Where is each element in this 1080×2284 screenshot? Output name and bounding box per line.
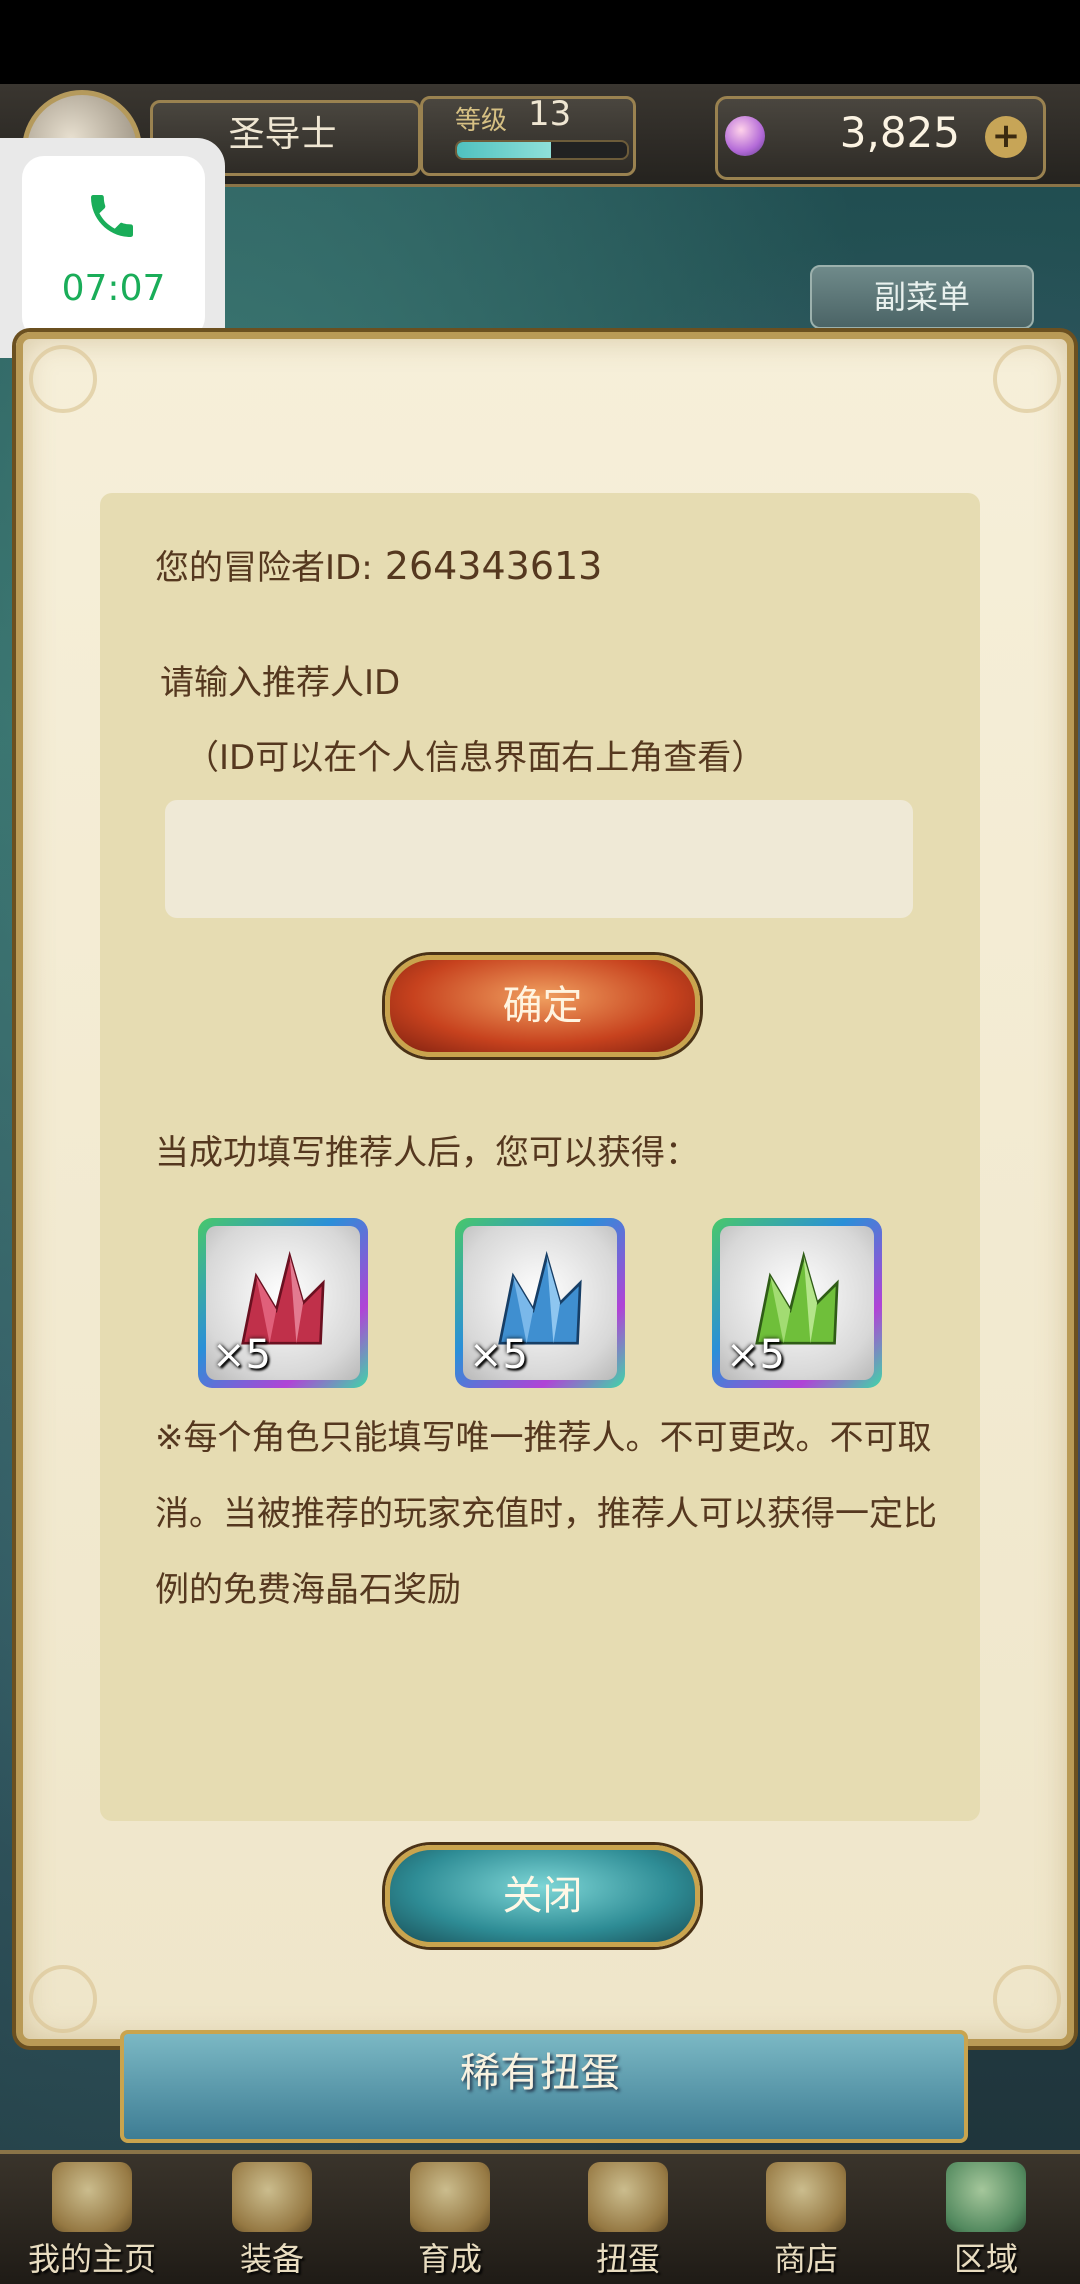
reward-quantity: ×5 <box>726 1332 785 1378</box>
sword-icon <box>410 2162 490 2232</box>
nav-label: 装备 <box>239 2240 304 2278</box>
adventurer-id-value: 264343613 <box>384 544 603 588</box>
home-scroll-icon <box>52 2162 132 2232</box>
nav-label: 我的主页 <box>27 2240 156 2278</box>
corner-ornament <box>993 1965 1061 2033</box>
nav-shop[interactable]: 商店 <box>718 2150 894 2280</box>
reward-quantity: ×5 <box>469 1332 528 1378</box>
globe-icon <box>946 2162 1026 2232</box>
nav-gacha[interactable]: 扭蛋 <box>540 2150 716 2280</box>
add-gems-button[interactable]: + <box>985 116 1027 158</box>
shop-bag-icon <box>766 2162 846 2232</box>
nav-equipment[interactable]: 装备 <box>184 2150 360 2280</box>
nav-training[interactable]: 育成 <box>362 2150 538 2280</box>
exp-bar <box>455 140 629 160</box>
reward-item-blue-crystal[interactable]: ×5 <box>455 1218 625 1388</box>
nav-region[interactable]: 区域 <box>898 2150 1074 2280</box>
submenu-button[interactable]: 副菜单 <box>810 265 1034 329</box>
exp-bar-fill <box>457 142 551 158</box>
rare-gacha-label: 稀有扭蛋 <box>460 2050 620 2096</box>
referrer-id-input[interactable] <box>165 800 913 918</box>
corner-ornament <box>993 345 1061 413</box>
adventurer-id-row: 您的冒险者ID: 264343613 <box>155 540 602 589</box>
referrer-id-label: 请输入推荐人ID <box>160 663 401 703</box>
gacha-icon <box>588 2162 668 2232</box>
close-button[interactable]: 关闭 <box>385 1845 700 1947</box>
nav-label: 区域 <box>953 2240 1018 2278</box>
nav-label: 扭蛋 <box>595 2240 660 2278</box>
helmet-icon <box>232 2162 312 2232</box>
gem-count: 3,825 <box>839 108 960 157</box>
reward-item-green-crystal[interactable]: ×5 <box>712 1218 882 1388</box>
call-widget-card <box>22 156 205 339</box>
referral-notice: ※每个角色只能填写唯一推荐人。不可更改。不可取消。当被推荐的玩家充值时，推荐人可… <box>155 1418 937 1610</box>
call-duration: 07:07 <box>61 268 166 309</box>
phone-icon <box>91 195 133 237</box>
corner-ornament <box>29 1965 97 2033</box>
adventurer-id-label: 您的冒险者ID: <box>155 548 373 588</box>
nav-label: 商店 <box>773 2240 838 2278</box>
corner-ornament <box>29 345 97 413</box>
gem-icon <box>725 116 765 156</box>
level-value: 13 <box>528 94 572 134</box>
referrer-id-hint: （ID可以在个人信息界面右上角查看） <box>185 738 766 778</box>
nav-label: 育成 <box>417 2240 482 2278</box>
level-label: 等级 <box>455 106 508 136</box>
status-bar <box>0 0 1080 84</box>
reward-description: 当成功填写推荐人后，您可以获得： <box>155 1133 699 1173</box>
reward-quantity: ×5 <box>212 1332 271 1378</box>
reward-item-red-crystal[interactable]: ×5 <box>198 1218 368 1388</box>
nav-home[interactable]: 我的主页 <box>4 2150 180 2280</box>
confirm-button[interactable]: 确定 <box>385 955 700 1057</box>
